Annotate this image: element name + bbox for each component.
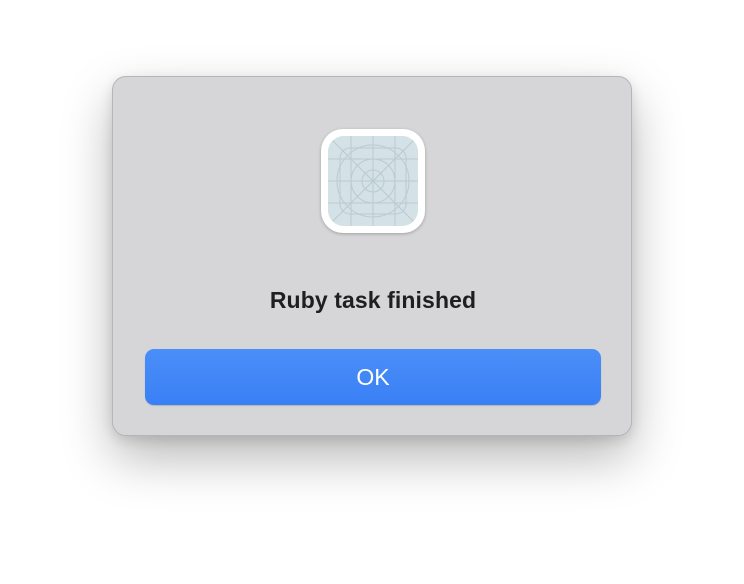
app-placeholder-icon (321, 129, 425, 233)
dialog-title: Ruby task finished (269, 287, 477, 313)
ok-button[interactable]: OK (145, 349, 601, 405)
alert-dialog: Ruby task finished OK (112, 76, 632, 436)
